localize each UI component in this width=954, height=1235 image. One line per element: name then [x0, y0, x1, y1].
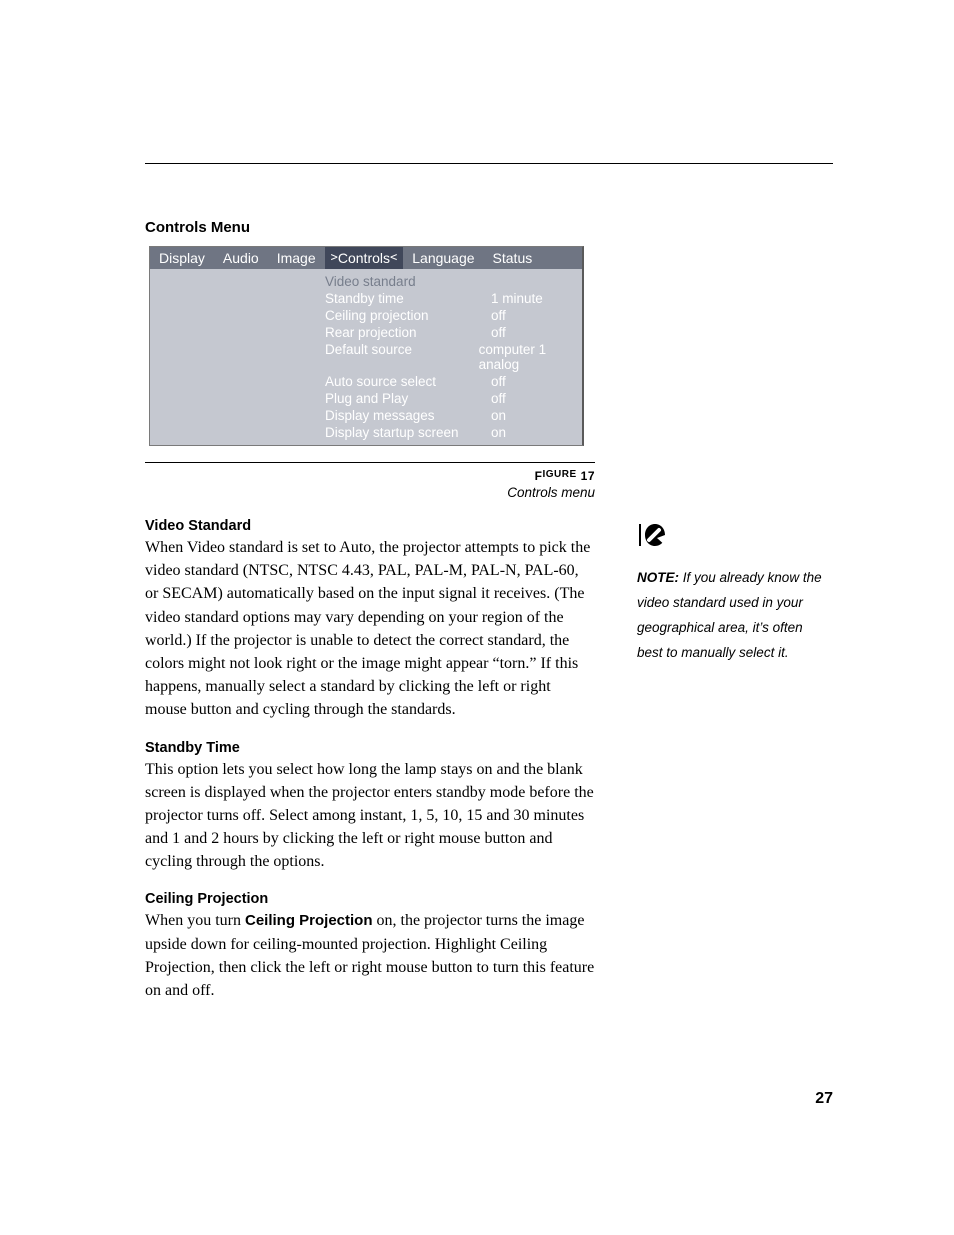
subhead-standby-time: Standby Time [145, 740, 595, 756]
figure-caption: Controls menu [145, 485, 595, 500]
menu-item-value: on [491, 425, 506, 440]
para-ceiling-projection: When you turn Ceiling Projection on, the… [145, 909, 595, 1002]
menu-row-standby-time[interactable]: Standby time 1 minute [325, 290, 582, 307]
tab-display[interactable]: Display [150, 247, 214, 269]
menu-row-rear-projection[interactable]: Rear projection off [325, 324, 582, 341]
chevron-right-icon: > [331, 250, 338, 264]
figure-label-rest: IGURE [542, 469, 576, 483]
menu-item-label: Rear projection [325, 325, 491, 340]
menu-item-label: Display startup screen [325, 425, 491, 440]
menu-tabs: Display Audio Image > Controls < Languag… [150, 247, 582, 269]
para-standby-time: This option lets you select how long the… [145, 758, 595, 874]
menu-row-video-standard[interactable]: Video standard [325, 273, 582, 290]
note-label: NOTE: [637, 570, 679, 585]
menu-row-display-messages[interactable]: Display messages on [325, 407, 582, 424]
menu-row-default-source[interactable]: Default source computer 1 analog [325, 341, 582, 373]
tab-audio[interactable]: Audio [214, 247, 268, 269]
menu-item-value: computer 1 analog [479, 342, 582, 372]
section-title: Controls Menu [145, 219, 595, 236]
menu-row-ceiling-projection[interactable]: Ceiling projection off [325, 307, 582, 324]
menu-item-label: Default source [325, 342, 479, 372]
subhead-video-standard: Video Standard [145, 518, 595, 534]
chevron-left-icon: < [390, 250, 397, 264]
menu-row-auto-source-select[interactable]: Auto source select off [325, 373, 582, 390]
figure-label-prefix: F [535, 469, 543, 483]
subhead-ceiling-projection: Ceiling Projection [145, 891, 595, 907]
menu-row-display-startup-screen[interactable]: Display startup screen on [325, 424, 582, 441]
tab-status[interactable]: Status [484, 247, 542, 269]
menu-item-label: Display messages [325, 408, 491, 423]
menu-item-label: Ceiling projection [325, 308, 491, 323]
menu-item-value: off [491, 308, 506, 323]
menu-row-plug-and-play[interactable]: Plug and Play off [325, 390, 582, 407]
figure-number: 17 [581, 469, 595, 483]
menu-item-value: off [491, 374, 506, 389]
tab-controls[interactable]: > Controls < [325, 247, 404, 269]
main-column: Controls Menu Display Audio Image > Cont… [145, 219, 595, 1002]
menu-item-value: 1 minute [491, 291, 543, 306]
menu-body: Video standard Standby time 1 minute Cei… [150, 269, 582, 445]
menu-item-label: Auto source select [325, 374, 491, 389]
para-video-standard: When Video standard is set to Auto, the … [145, 536, 595, 722]
figure-rule [145, 462, 595, 463]
inline-bold: Ceiling Projection [245, 912, 373, 929]
menu-item-label: Video standard [325, 274, 491, 289]
text-pre: When you turn [145, 912, 245, 929]
dotted-rule: • • • • • • • • • • • • • • • • • • • • … [633, 550, 835, 553]
note-text: NOTE: If you already know the video stan… [637, 566, 827, 666]
tab-label: Controls [338, 250, 390, 266]
menu-item-value: off [491, 391, 506, 406]
figure-label: F IGURE 17 [145, 469, 595, 483]
menu-item-value: off [491, 325, 506, 340]
tab-image[interactable]: Image [268, 247, 325, 269]
menu-item-label: Plug and Play [325, 391, 491, 406]
tab-language[interactable]: Language [403, 247, 483, 269]
page-number: 27 [815, 1090, 833, 1108]
menu-item-label: Standby time [325, 291, 491, 306]
header-rule [145, 163, 833, 164]
controls-menu-figure: Display Audio Image > Controls < Languag… [149, 246, 584, 446]
document-page: Controls Menu Display Audio Image > Cont… [0, 0, 954, 1235]
side-note: • • • • • • • • • • • • • • • • • • • • … [637, 523, 827, 666]
menu-item-value: on [491, 408, 506, 423]
